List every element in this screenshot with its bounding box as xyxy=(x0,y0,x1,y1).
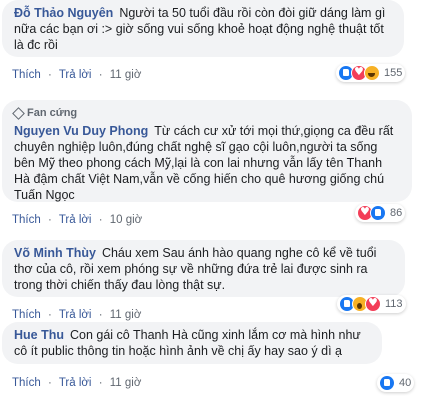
like-button[interactable]: Thích xyxy=(12,69,41,81)
reaction-count: 113 xyxy=(385,298,403,310)
comment-author[interactable]: Đỗ Thảo Nguyên xyxy=(14,6,113,20)
reply-button[interactable]: Trả lời xyxy=(59,214,92,226)
reaction-summary[interactable]: 113 xyxy=(337,295,406,313)
reply-button[interactable]: Trả lời xyxy=(59,309,92,321)
comment-timestamp[interactable]: 10 giờ xyxy=(110,214,142,226)
love-icon xyxy=(365,296,381,312)
diamond-icon xyxy=(12,106,25,120)
comment-author[interactable]: Nguyen Vu Duy Phong xyxy=(14,124,148,138)
like-icon xyxy=(379,375,395,391)
like-button[interactable]: Thích xyxy=(12,214,41,226)
reaction-count: 40 xyxy=(399,377,412,389)
comment-actions: Thích · Trả lời · 10 giờ xyxy=(12,214,146,226)
reaction-summary[interactable]: 40 xyxy=(377,374,415,392)
separator-dot: · xyxy=(98,214,103,226)
comment-bubble: Fan cứng Nguyen Vu Duy Phong Từ cách cư x… xyxy=(2,100,412,202)
comment-timestamp[interactable]: 11 giờ xyxy=(110,69,142,81)
comment-actions: Thích · Trả lời · 11 giờ xyxy=(12,377,145,389)
separator-dot: · xyxy=(47,377,52,389)
reaction-count: 86 xyxy=(390,207,403,219)
comment-bubble: Võ Minh Thùy Cháu xem Sau ánh hào quang n… xyxy=(2,240,405,297)
badge-label: Fan cứng xyxy=(27,107,78,119)
reply-button[interactable]: Trả lời xyxy=(59,377,92,389)
separator-dot: · xyxy=(47,69,52,81)
comment-author[interactable]: Võ Minh Thùy xyxy=(14,246,96,260)
separator-dot: · xyxy=(47,214,52,226)
comment-timestamp[interactable]: 11 giờ xyxy=(110,309,142,321)
separator-dot: · xyxy=(98,377,103,389)
comment-actions: Thích · Trả lời · 11 giờ xyxy=(12,309,145,321)
comment-bubble: Đỗ Thảo Nguyên Người ta 50 tuổi đầu rồi c… xyxy=(2,0,404,57)
separator-dot: · xyxy=(47,309,52,321)
reaction-summary[interactable]: 86 xyxy=(355,204,406,222)
comment-timestamp[interactable]: 11 giờ xyxy=(110,377,142,389)
comment-author[interactable]: Hue Thu xyxy=(14,328,64,342)
comment-bubble: Hue Thu Con gái cô Thanh Hà cũng xinh lắm… xyxy=(2,322,382,364)
like-button[interactable]: Thích xyxy=(12,377,41,389)
fan-badge: Fan cứng xyxy=(12,105,400,121)
reaction-summary[interactable]: 155 xyxy=(336,64,406,82)
like-button[interactable]: Thích xyxy=(12,309,41,321)
like-icon xyxy=(370,205,386,221)
separator-dot: · xyxy=(98,309,103,321)
haha-icon xyxy=(364,65,380,81)
reply-button[interactable]: Trả lời xyxy=(59,69,92,81)
comment-actions: Thích · Trả lời · 11 giờ xyxy=(12,69,145,81)
separator-dot: · xyxy=(98,69,103,81)
comment-text: Con gái cô Thanh Hà cũng xinh lắm cơ mà … xyxy=(14,328,361,358)
reaction-count: 155 xyxy=(384,67,403,79)
